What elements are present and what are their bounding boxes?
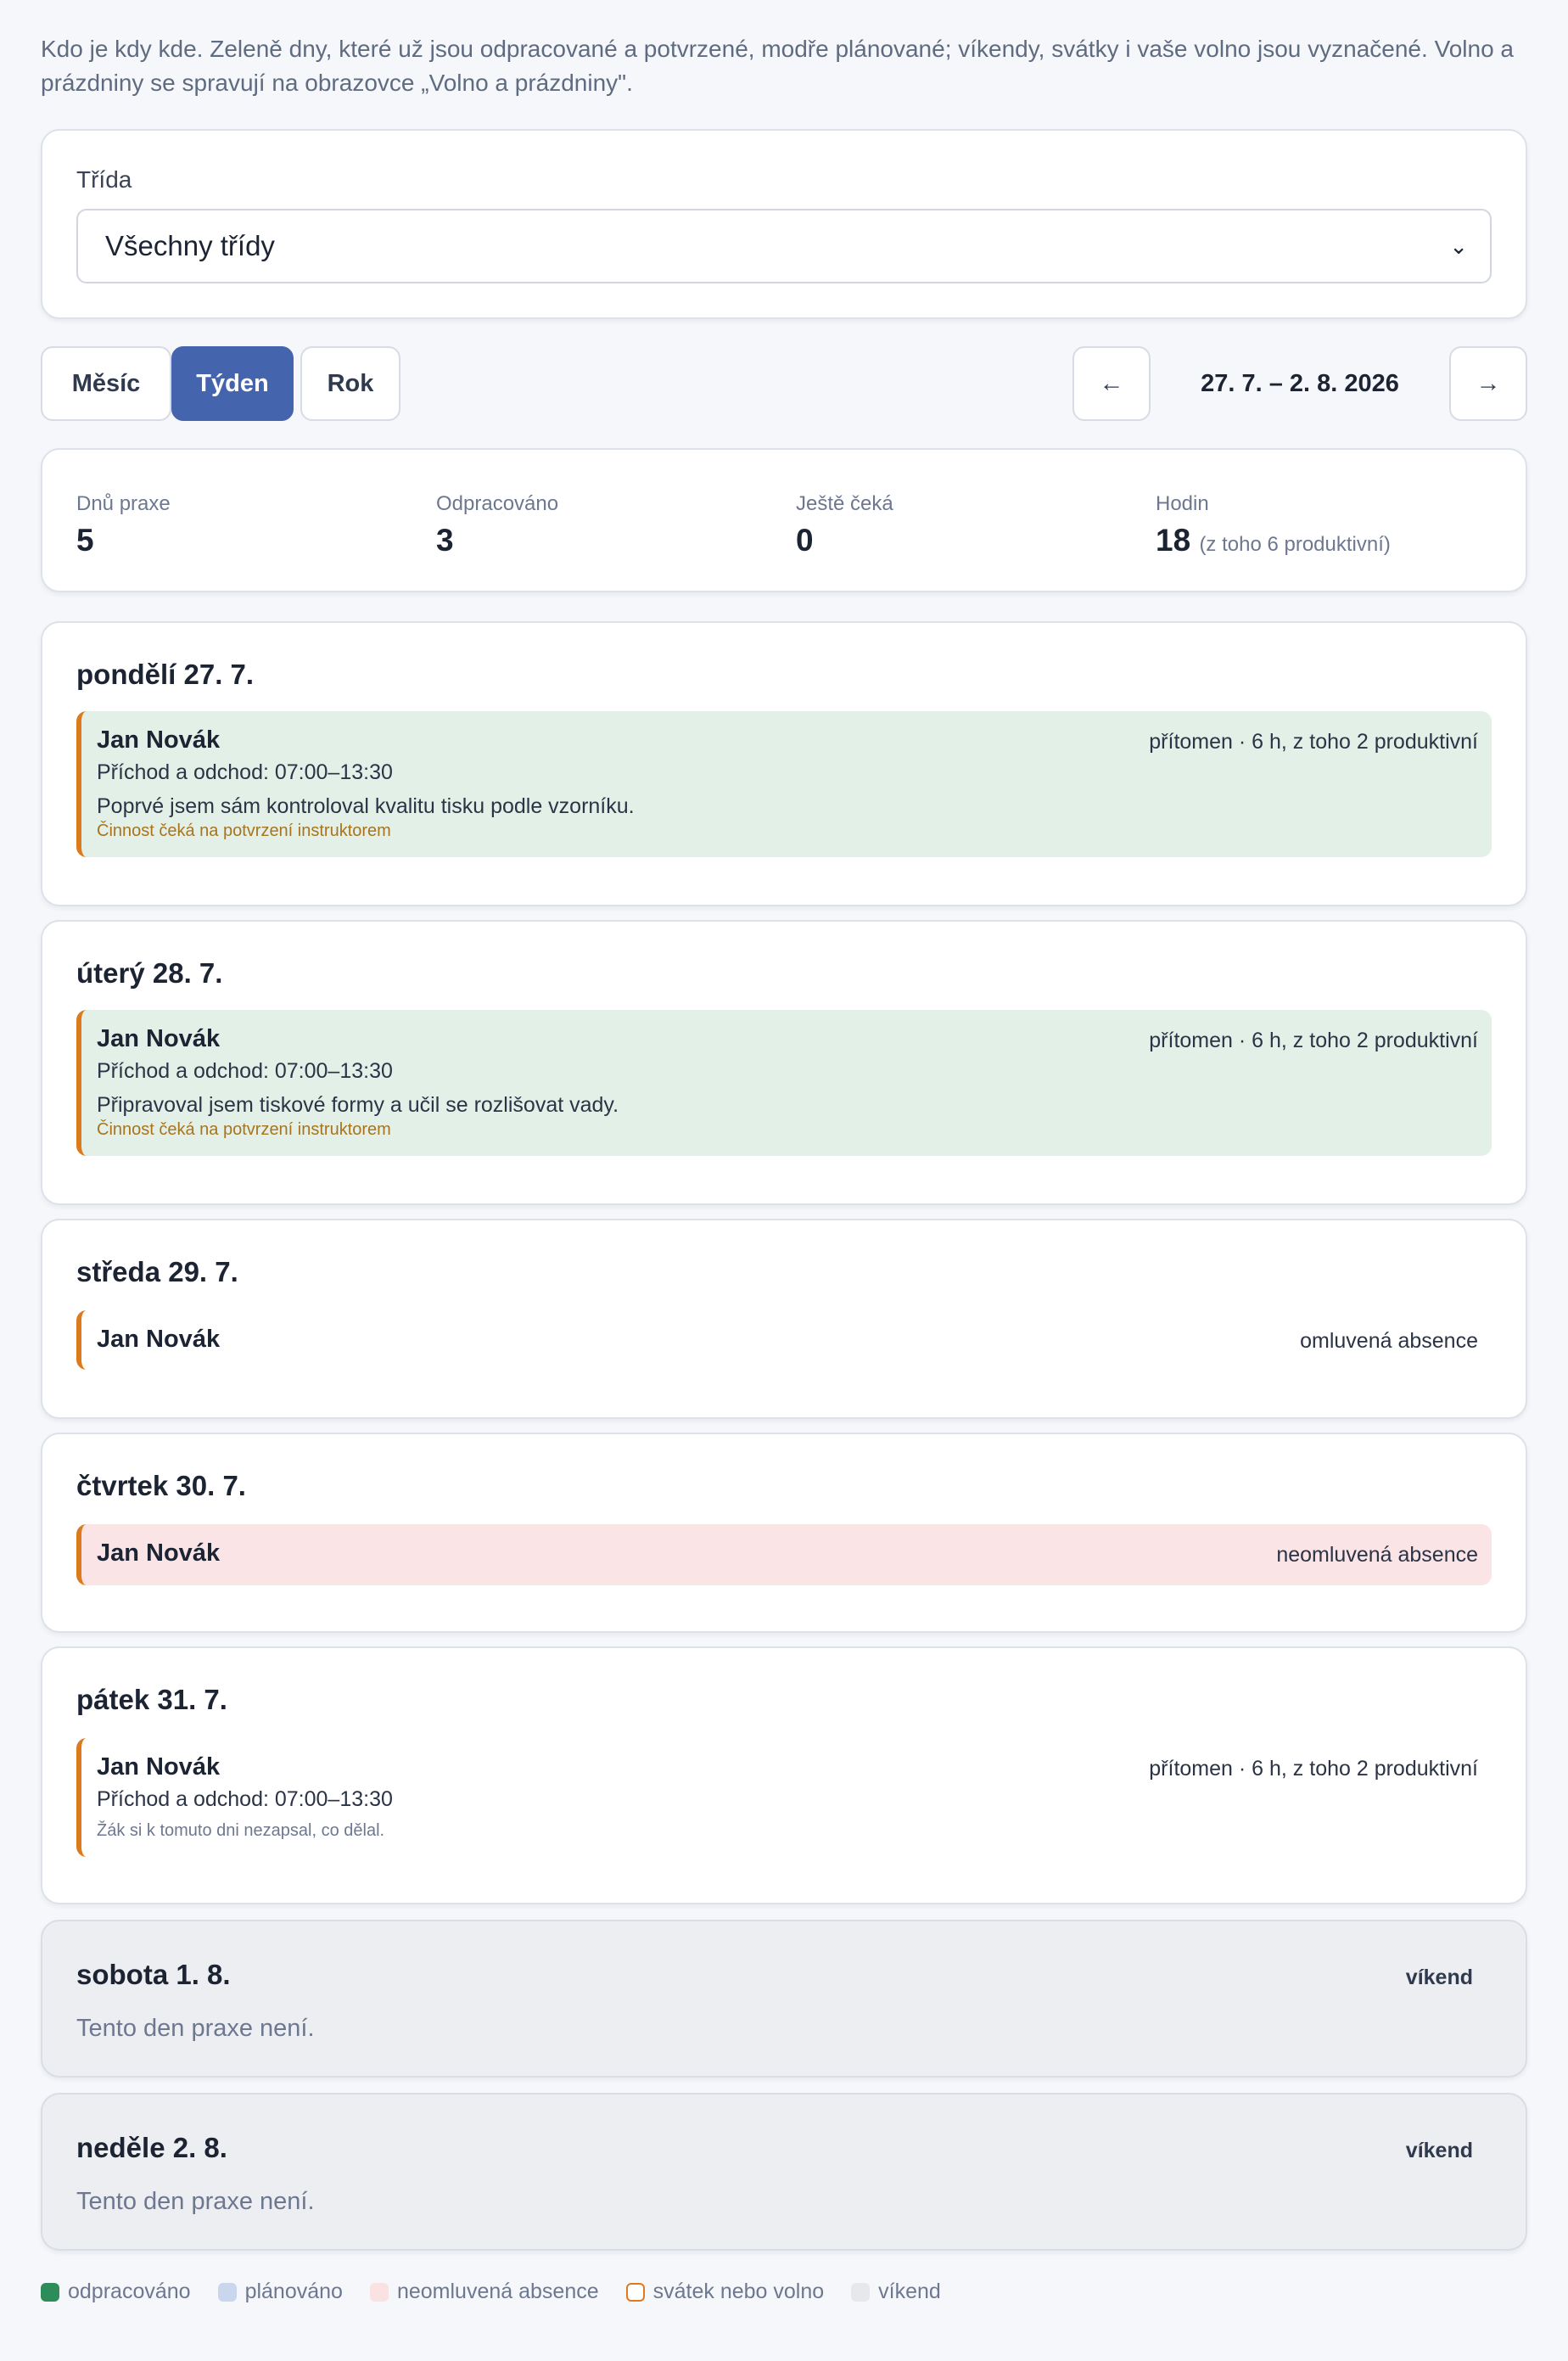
legend-swatch bbox=[217, 2282, 237, 2302]
day-card: čtvrtek 30. 7. Jan Novák neomluvená abse… bbox=[41, 1433, 1527, 1633]
legend-item-unexcused: neomluvená absence bbox=[369, 2280, 599, 2304]
legend-label: víkend bbox=[878, 2280, 941, 2303]
day-title: sobota 1. 8. bbox=[76, 1959, 231, 1990]
stat-value: 5 bbox=[76, 523, 94, 558]
stat-label: Dnů praxe bbox=[76, 492, 171, 515]
attendance-entry[interactable]: Jan Novák přítomen · 6 h, z toho 2 produ… bbox=[76, 711, 1492, 857]
attendance-status: přítomen · 6 h, z toho 2 produktivní bbox=[1149, 730, 1478, 754]
stat-pending: Ještě čeká 0 bbox=[796, 492, 893, 558]
attendance-status: omluvená absence bbox=[1300, 1329, 1478, 1353]
weekend-badge: víkend bbox=[1405, 2139, 1473, 2162]
chevron-down-icon: ⌄ bbox=[1449, 233, 1468, 259]
stat-hours-value: 18 bbox=[1156, 523, 1191, 558]
no-practice-text: Tento den praxe není. bbox=[76, 2015, 315, 2042]
stat-value: 3 bbox=[436, 523, 454, 558]
weekend-day-card: neděle 2. 8. víkend Tento den praxe není… bbox=[41, 2093, 1527, 2251]
class-select-value: Všechny třídy bbox=[105, 230, 275, 261]
day-title: středa 29. 7. bbox=[76, 1256, 238, 1287]
attendance-entry[interactable]: Jan Novák neomluvená absence bbox=[76, 1524, 1492, 1585]
stat-worked: Odpracováno 3 bbox=[436, 492, 558, 558]
pending-confirmation: Činnost čeká na potvrzení instruktorem bbox=[97, 1120, 391, 1139]
class-filter-label: Třída bbox=[76, 166, 132, 193]
weekend-badge: víkend bbox=[1405, 1966, 1473, 1989]
student-name: Jan Novák bbox=[97, 1326, 221, 1353]
attendance-entry[interactable]: Jan Novák přítomen · 6 h, z toho 2 produ… bbox=[76, 1010, 1492, 1156]
stat-value: 0 bbox=[796, 523, 814, 558]
next-week-button[interactable]: → bbox=[1449, 346, 1527, 421]
prev-week-button[interactable]: ← bbox=[1072, 346, 1151, 421]
stat-practice-days: Dnů praxe 5 bbox=[76, 492, 171, 558]
page-intro: Kdo je kdy kde. Zeleně dny, které už jso… bbox=[41, 36, 1514, 96]
arrival-departure: Příchod a odchod: 07:00–13:30 bbox=[97, 1787, 393, 1811]
pending-confirmation: Činnost čeká na potvrzení instruktorem bbox=[97, 822, 391, 840]
tab-year[interactable]: Rok bbox=[300, 346, 400, 421]
stat-label: Hodin bbox=[1156, 492, 1209, 515]
activity-note: Připravoval jsem tiskové formy a učil se… bbox=[97, 1093, 619, 1117]
day-title: neděle 2. 8. bbox=[76, 2132, 227, 2163]
attendance-status: přítomen · 6 h, z toho 2 produktivní bbox=[1149, 1029, 1478, 1052]
attendance-entry[interactable]: Jan Novák přítomen · 6 h, z toho 2 produ… bbox=[76, 1738, 1492, 1857]
no-practice-text: Tento den praxe není. bbox=[76, 2188, 315, 2215]
arrow-right-icon: → bbox=[1476, 369, 1501, 397]
class-filter-card: Třída Všechny třídy ⌄ bbox=[41, 129, 1527, 319]
calendar-legend: odpracováno plánováno neomluvená absence… bbox=[41, 2280, 968, 2304]
arrival-departure: Příchod a odchod: 07:00–13:30 bbox=[97, 760, 393, 784]
day-card: pondělí 27. 7. Jan Novák přítomen · 6 h,… bbox=[41, 621, 1527, 906]
legend-item-worked: odpracováno bbox=[41, 2280, 191, 2304]
attendance-entry[interactable]: Jan Novák omluvená absence bbox=[76, 1310, 1492, 1370]
stats-card: Dnů praxe 5 Odpracováno 3 Ještě čeká 0 H… bbox=[41, 448, 1527, 592]
day-card: úterý 28. 7. Jan Novák přítomen · 6 h, z… bbox=[41, 920, 1527, 1205]
legend-swatch bbox=[369, 2282, 389, 2302]
day-title: pátek 31. 7. bbox=[76, 1684, 227, 1715]
arrival-departure: Příchod a odchod: 07:00–13:30 bbox=[97, 1059, 393, 1083]
tab-week[interactable]: Týden bbox=[171, 346, 294, 421]
weekend-day-card: sobota 1. 8. víkend Tento den praxe není… bbox=[41, 1920, 1527, 2078]
student-name: Jan Novák bbox=[97, 1025, 221, 1052]
legend-swatch bbox=[851, 2282, 871, 2302]
day-card: středa 29. 7. Jan Novák omluvená absence bbox=[41, 1219, 1527, 1419]
stat-value: 18 (z toho 6 produktivní) bbox=[1156, 523, 1391, 558]
class-select[interactable]: Všechny třídy ⌄ bbox=[76, 209, 1492, 283]
legend-item-planned: plánováno bbox=[217, 2280, 343, 2304]
legend-swatch bbox=[41, 2282, 59, 2302]
attendance-status: přítomen · 6 h, z toho 2 produktivní bbox=[1149, 1757, 1478, 1781]
legend-label: neomluvená absence bbox=[396, 2280, 599, 2303]
legend-item-weekend: víkend bbox=[851, 2280, 941, 2304]
legend-item-holiday: svátek nebo volno bbox=[625, 2280, 825, 2304]
legend-label: svátek nebo volno bbox=[652, 2280, 825, 2303]
tab-month[interactable]: Měsíc bbox=[41, 346, 171, 421]
legend-label: plánováno bbox=[244, 2280, 343, 2303]
day-card: pátek 31. 7. Jan Novák přítomen · 6 h, z… bbox=[41, 1646, 1527, 1904]
day-title: čtvrtek 30. 7. bbox=[76, 1470, 246, 1501]
student-name: Jan Novák bbox=[97, 726, 221, 754]
day-title: úterý 28. 7. bbox=[76, 957, 223, 989]
missing-activity-note: Žák si k tomuto dni nezapsal, co dělal. bbox=[97, 1821, 385, 1840]
legend-label: odpracováno bbox=[68, 2280, 191, 2303]
student-name: Jan Novák bbox=[97, 1539, 221, 1567]
stat-hours-detail: (z toho 6 produktivní) bbox=[1199, 533, 1391, 556]
attendance-status: neomluvená absence bbox=[1276, 1543, 1478, 1567]
legend-swatch bbox=[625, 2282, 645, 2302]
day-title: pondělí 27. 7. bbox=[76, 659, 255, 690]
date-range-label: 27. 7. – 2. 8. 2026 bbox=[1201, 369, 1399, 397]
activity-note: Poprvé jsem sám kontroloval kvalitu tisk… bbox=[97, 794, 635, 818]
arrow-left-icon: ← bbox=[1099, 369, 1124, 397]
stat-label: Ještě čeká bbox=[796, 492, 893, 515]
stat-label: Odpracováno bbox=[436, 492, 559, 515]
student-name: Jan Novák bbox=[97, 1753, 221, 1781]
stat-hours: Hodin 18 (z toho 6 produktivní) bbox=[1156, 492, 1391, 558]
